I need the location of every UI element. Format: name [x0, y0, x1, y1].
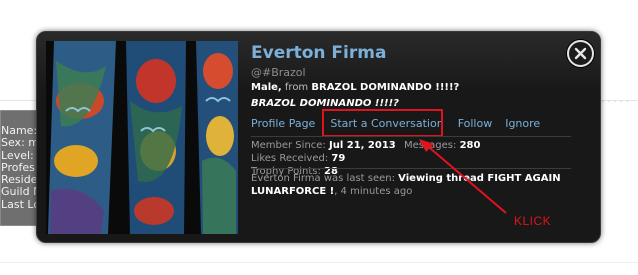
close-button[interactable]: [567, 40, 594, 67]
page-divider-bottom: [0, 262, 638, 263]
last-seen-prefix: Everton Firma was last seen:: [251, 173, 395, 184]
annotation-label: KLICK: [514, 214, 552, 228]
last-seen-time: , 4 minutes ago: [334, 186, 413, 197]
annotation-highlight-box: [322, 109, 443, 137]
card-divider: [251, 168, 571, 169]
stat-likes: Likes Received: 79: [251, 153, 345, 164]
follow-link[interactable]: Follow: [458, 117, 493, 133]
member-handle: @#Brazol: [251, 66, 306, 79]
member-userinfo: Male, from BRAZOL DOMINANDO !!!!?: [251, 81, 571, 94]
stat-member-since: Member Since: Jul 21, 2013: [251, 140, 396, 151]
member-location[interactable]: BRAZOL DOMINANDO !!!!?: [311, 82, 459, 93]
member-username[interactable]: Everton Firma: [251, 43, 571, 63]
ignore-link[interactable]: Ignore: [505, 117, 540, 133]
stat-messages[interactable]: Messages: 280: [404, 140, 480, 151]
stat-value: Jul 21, 2013: [328, 140, 396, 151]
member-from-label: from: [284, 82, 309, 93]
stat-value: 79: [331, 153, 346, 164]
stat-value: 280: [459, 140, 481, 151]
member-avatar[interactable]: [46, 41, 238, 234]
member-info: Everton Firma @#Brazol Male, from BRAZOL…: [251, 43, 571, 110]
tattoo-photo-image: [46, 41, 238, 234]
stat-label: Member Since:: [251, 140, 326, 151]
close-icon: [574, 47, 587, 60]
stat-label: Likes Received:: [251, 153, 329, 164]
member-last-seen: Everton Firma was last seen: Viewing thr…: [251, 172, 571, 198]
stat-label: Messages:: [403, 140, 457, 151]
profile-page-link[interactable]: Profile Page: [251, 117, 315, 133]
card-divider: [251, 136, 571, 137]
member-gender: Male,: [251, 82, 282, 93]
